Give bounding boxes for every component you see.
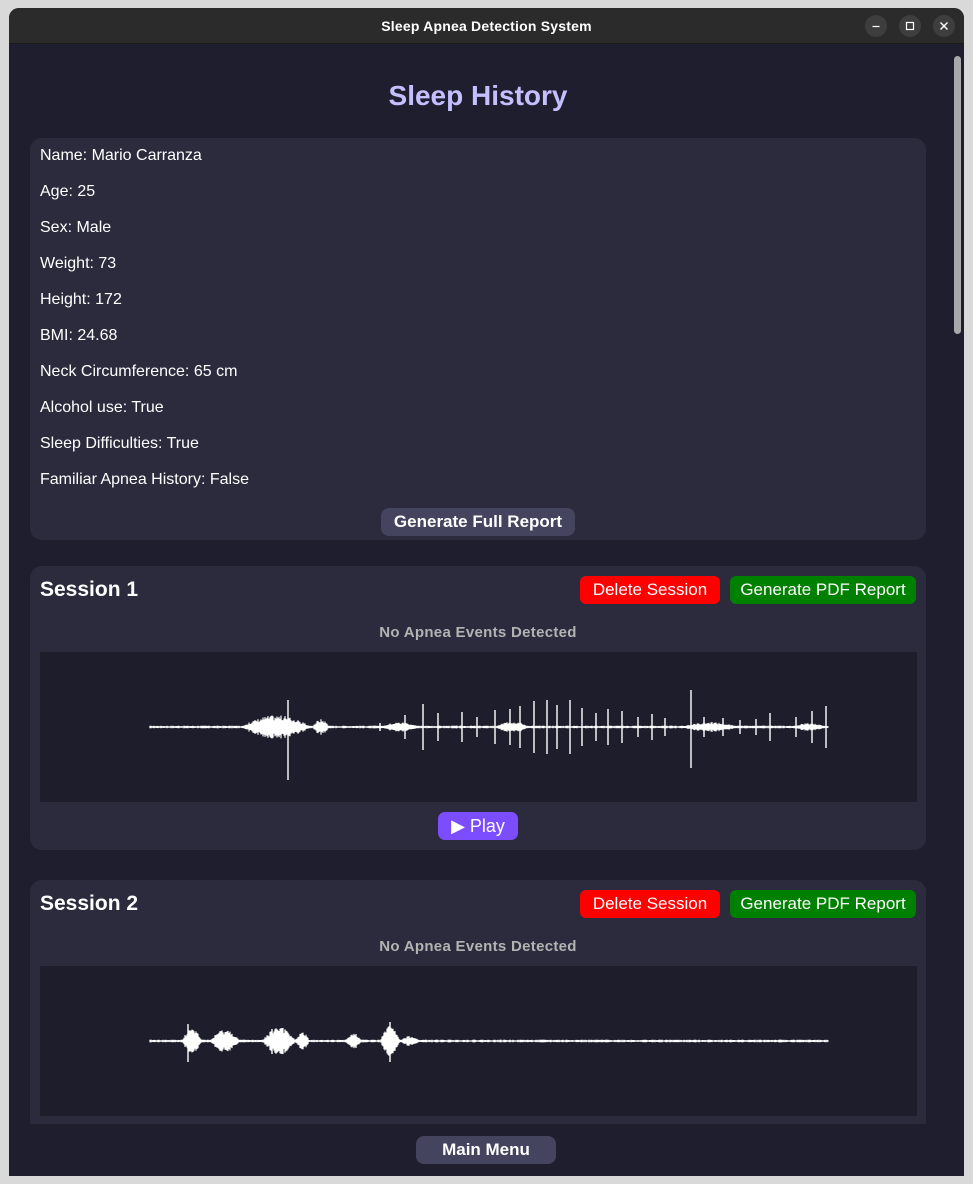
- session-card-1: Session 1 Delete Session Generate PDF Re…: [30, 566, 926, 850]
- apnea-events-label: No Apnea Events Detected: [379, 624, 577, 641]
- patient-sleep-difficulties: Sleep Difficulties: True: [40, 435, 199, 452]
- apnea-events-label: No Apnea Events Detected: [379, 938, 577, 955]
- play-button[interactable]: ▶ Play: [438, 812, 518, 840]
- waveform-graphic: [149, 1022, 829, 1062]
- session-title: Session 1: [40, 578, 139, 601]
- patient-info-card: Name: Mario Carranza Age: 25 Sex: Male W…: [30, 138, 926, 540]
- title-bar: Sleep Apnea Detection System: [9, 8, 964, 44]
- waveform-graphic: [149, 690, 829, 780]
- delete-session-button[interactable]: Delete Session: [580, 890, 720, 918]
- generate-pdf-report-button[interactable]: Generate PDF Report: [730, 576, 916, 604]
- minimize-button[interactable]: [865, 15, 887, 37]
- minimize-icon: [872, 25, 880, 28]
- patient-age: Age: 25: [40, 183, 96, 200]
- patient-bmi: BMI: 24.68: [40, 327, 118, 344]
- patient-sex: Sex: Male: [40, 219, 112, 236]
- maximize-icon: [905, 21, 915, 31]
- audio-waveform: [40, 966, 917, 1116]
- patient-apnea-history: Familiar Apnea History: False: [40, 471, 249, 488]
- waveform-trace: [149, 1026, 829, 1056]
- patient-weight: Weight: 73: [40, 255, 117, 272]
- scroll-content: Sleep History Name: Mario Carranza Age: …: [9, 44, 964, 1176]
- generate-pdf-report-button[interactable]: Generate PDF Report: [730, 890, 916, 918]
- audio-waveform: [40, 652, 917, 802]
- waveform-trace: [149, 715, 829, 739]
- scrollbar-thumb[interactable]: [954, 56, 961, 334]
- patient-alcohol-use: Alcohol use: True: [40, 399, 164, 416]
- patient-name: Name: Mario Carranza: [40, 147, 202, 164]
- vertical-scrollbar[interactable]: [953, 48, 961, 1128]
- patient-neck-circumference: Neck Circumference: 65 cm: [40, 363, 238, 380]
- patient-height: Height: 172: [40, 291, 122, 308]
- delete-session-button[interactable]: Delete Session: [580, 576, 720, 604]
- close-button[interactable]: [933, 15, 955, 37]
- session-title: Session 2: [40, 892, 139, 915]
- maximize-button[interactable]: [899, 15, 921, 37]
- generate-full-report-button[interactable]: Generate Full Report: [381, 508, 575, 536]
- close-icon: [940, 22, 948, 30]
- window-controls: [865, 15, 955, 37]
- window-title: Sleep Apnea Detection System: [381, 17, 592, 34]
- main-menu-button[interactable]: Main Menu: [416, 1136, 556, 1164]
- page-title: Sleep History: [388, 80, 568, 111]
- app-window: Sleep Apnea Detection System Sleep Histo…: [9, 8, 964, 1176]
